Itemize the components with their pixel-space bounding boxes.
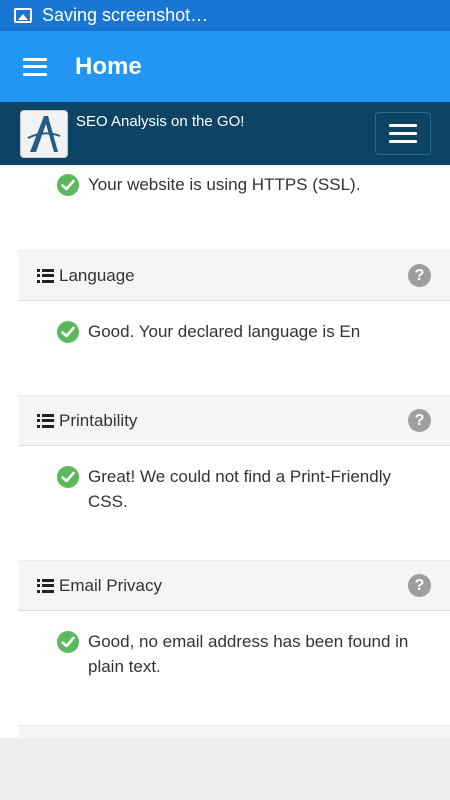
- result-row: Good. Your declared language is En: [18, 321, 450, 344]
- section-body: Great! We could not find a Print-Friendl…: [18, 446, 450, 560]
- list-icon: [37, 268, 54, 283]
- result-row: Great! We could not find a Print-Friendl…: [18, 466, 450, 514]
- section-body: Good. Your declared language is En: [18, 301, 450, 395]
- result-text: Good, no email address has been found in…: [88, 632, 409, 676]
- status-bar: Saving screenshot…: [0, 0, 450, 31]
- image-icon: [14, 8, 32, 23]
- section-header: Printability ?: [18, 395, 450, 446]
- nav-toggle-button[interactable]: [375, 112, 431, 155]
- check-circle-icon: [57, 631, 79, 653]
- result-text: Great! We could not find a Print-Friendl…: [88, 467, 391, 511]
- result-text: Good. Your declared language is En: [88, 322, 361, 341]
- section-printability: Printability ? Great! We could not find …: [18, 395, 450, 560]
- section-language: Language ? Good. Your declared language …: [18, 250, 450, 395]
- section-header: Email Privacy ?: [18, 560, 450, 611]
- section-title: Language: [59, 265, 135, 285]
- section-email-privacy: Email Privacy ? Good, no email address h…: [18, 560, 450, 725]
- section-title: Printability: [59, 410, 138, 430]
- result-text: Your website is using HTTPS (SSL).: [88, 175, 361, 194]
- list-icon: [37, 413, 54, 428]
- menu-icon[interactable]: [23, 57, 47, 76]
- check-circle-icon: [57, 466, 79, 488]
- list-icon: [37, 578, 54, 593]
- check-circle-icon: [57, 174, 79, 196]
- bottom-bar: [0, 738, 450, 800]
- question-circle-icon[interactable]: ?: [408, 264, 431, 287]
- status-text: Saving screenshot…: [42, 5, 209, 25]
- question-circle-icon[interactable]: ?: [408, 409, 431, 432]
- page-title: Home: [75, 52, 142, 80]
- section-header: Language ?: [18, 250, 450, 301]
- section-body: Good, no email address has been found in…: [18, 611, 450, 725]
- section-next: ?: [18, 725, 450, 738]
- site-header: SEO Analysis on the GO!: [0, 102, 450, 165]
- section-title: Email Privacy: [59, 575, 162, 595]
- content[interactable]: Your website is using HTTPS (SSL). Langu…: [0, 165, 450, 738]
- check-circle-icon: [57, 321, 79, 343]
- logo-icon: [27, 115, 61, 152]
- app-bar: Home: [0, 31, 450, 102]
- result-row: Your website is using HTTPS (SSL).: [0, 174, 450, 197]
- logo[interactable]: [20, 109, 68, 158]
- site-title: SEO Analysis on the GO!: [76, 113, 245, 130]
- question-circle-icon[interactable]: ?: [408, 574, 431, 597]
- result-row: Good, no email address has been found in…: [18, 631, 450, 679]
- section-header: ?: [18, 725, 450, 738]
